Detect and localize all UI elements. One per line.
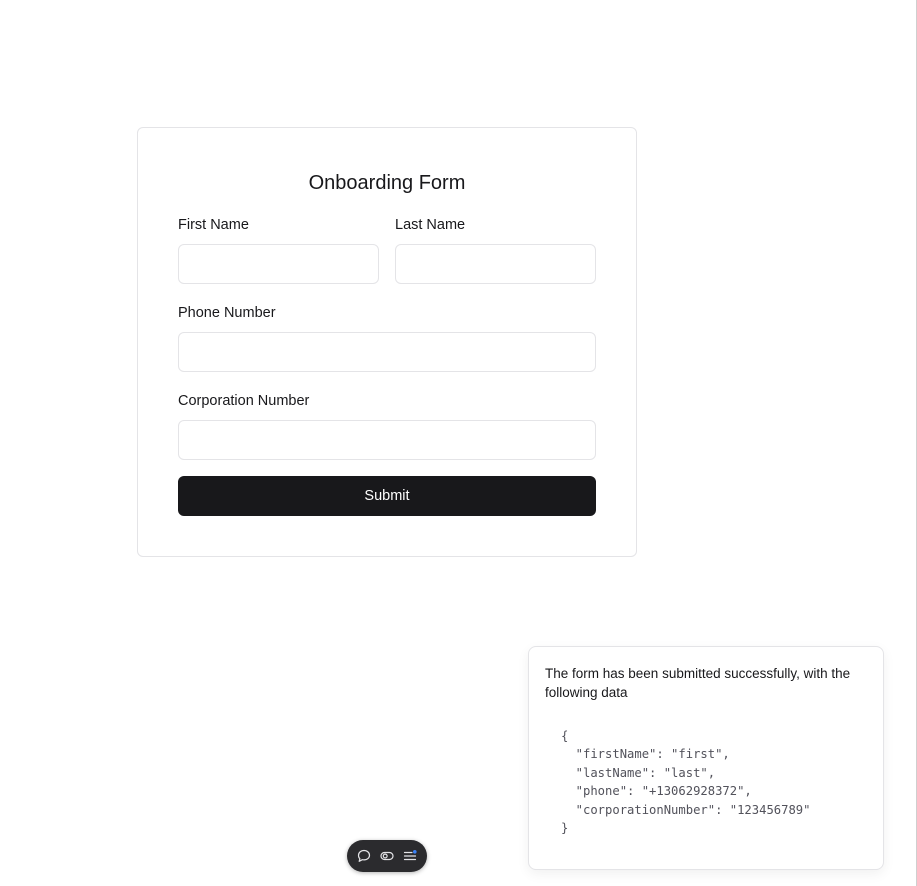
first-name-input[interactable] bbox=[178, 244, 379, 284]
onboarding-form-card: Onboarding Form First Name Last Name Pho… bbox=[137, 127, 637, 557]
corporation-number-label: Corporation Number bbox=[178, 393, 310, 409]
menu-icon[interactable] bbox=[400, 846, 420, 866]
form-title: Onboarding Form bbox=[308, 172, 466, 194]
success-toast: The form has been submitted successfully… bbox=[528, 646, 884, 870]
corporation-number-input[interactable] bbox=[178, 420, 596, 460]
last-name-label: Last Name bbox=[395, 217, 466, 233]
phone-number-input[interactable] bbox=[178, 332, 596, 372]
comment-icon[interactable] bbox=[354, 846, 374, 866]
last-name-input[interactable] bbox=[395, 244, 596, 284]
submitted-data-json: { "firstName": "first", "lastName": "las… bbox=[561, 729, 811, 836]
phone-number-label: Phone Number bbox=[178, 305, 276, 321]
first-name-label: First Name bbox=[178, 217, 249, 233]
dev-toolbar bbox=[347, 840, 427, 872]
submit-button[interactable]: Submit bbox=[178, 476, 596, 516]
toast-message: The form has been submitted successfully… bbox=[545, 666, 851, 700]
toggle-icon[interactable] bbox=[377, 846, 397, 866]
